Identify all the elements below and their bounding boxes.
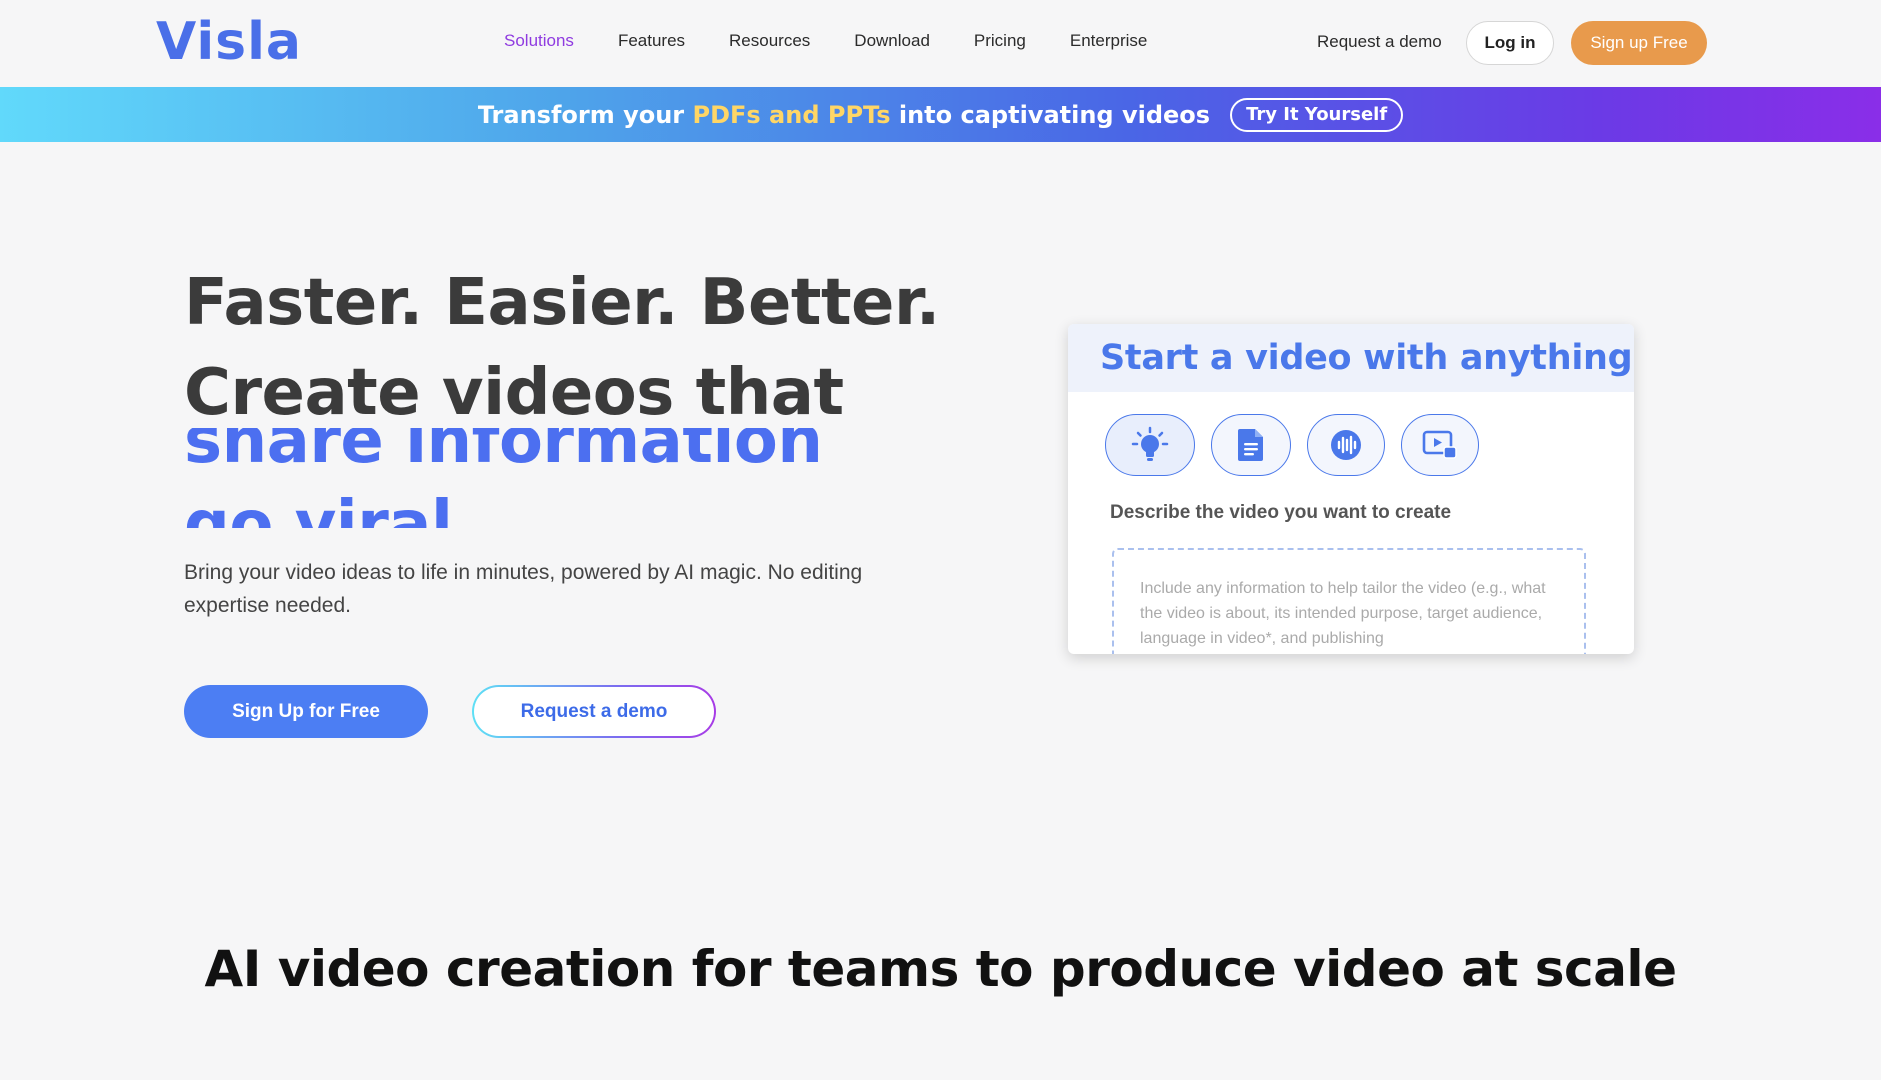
section-title: AI video creation for teams to produce v… — [204, 940, 1677, 998]
audio-wave-icon — [1331, 430, 1361, 460]
login-button[interactable]: Log in — [1466, 21, 1554, 65]
banner-highlight: PDFs and PPTs — [692, 100, 891, 129]
top-nav: Visla Solutions Features Resources Downl… — [0, 0, 1881, 87]
mode-document-button[interactable] — [1211, 414, 1291, 476]
nav-menu: Solutions Features Resources Download Pr… — [504, 31, 1191, 51]
visla-logo[interactable]: Visla — [156, 12, 302, 72]
signup-button[interactable]: Sign up Free — [1571, 21, 1707, 65]
document-icon — [1238, 429, 1263, 461]
hero-headline-2: Create videos that — [184, 356, 844, 430]
card-header: Start a video with anything — [1068, 324, 1634, 392]
mode-video-button[interactable] — [1401, 414, 1479, 476]
hero-subtitle: Bring your video ideas to life in minute… — [184, 561, 863, 617]
nav-item-enterprise[interactable]: Enterprise — [1070, 31, 1147, 51]
video-description-input[interactable]: Include any information to help tailor t… — [1112, 548, 1586, 654]
request-demo-link[interactable]: Request a demo — [1317, 32, 1442, 52]
start-video-card: Start a video with anything Describe the… — [1068, 324, 1634, 654]
rotating-word: go viral — [184, 488, 453, 528]
card-title: Start a video with anything — [1100, 338, 1633, 378]
nav-item-features[interactable]: Features — [618, 31, 685, 51]
nav-item-pricing[interactable]: Pricing — [974, 31, 1026, 51]
mode-idea-button[interactable] — [1105, 414, 1195, 476]
mode-audio-button[interactable] — [1307, 414, 1385, 476]
describe-video-label: Describe the video you want to create — [1110, 502, 1452, 523]
request-demo-button-label: Request a demo — [474, 687, 714, 736]
nav-item-solutions[interactable]: Solutions — [504, 31, 574, 51]
request-demo-button[interactable]: Request a demo — [472, 685, 716, 738]
nav-item-download[interactable]: Download — [854, 31, 930, 51]
hero-headline-1: Faster. Easier. Better. — [184, 266, 940, 340]
input-mode-selector — [1105, 414, 1495, 476]
banner-text-after: into captivating videos — [890, 100, 1211, 129]
try-it-yourself-button[interactable]: Try It Yourself — [1230, 97, 1404, 132]
rotating-word: share information — [184, 428, 823, 478]
lightbulb-icon — [1131, 426, 1169, 461]
banner-text-before: Transform your — [477, 100, 693, 129]
hero-rotating-words: share information go viral — [184, 428, 964, 528]
sign-up-free-button[interactable]: Sign Up for Free — [184, 685, 428, 738]
video-icon — [1422, 430, 1457, 459]
nav-item-resources[interactable]: Resources — [729, 31, 810, 51]
promo-banner: Transform your PDFs and PPTs into captiv… — [0, 87, 1881, 142]
banner-text: Transform your PDFs and PPTs into captiv… — [478, 101, 1210, 129]
